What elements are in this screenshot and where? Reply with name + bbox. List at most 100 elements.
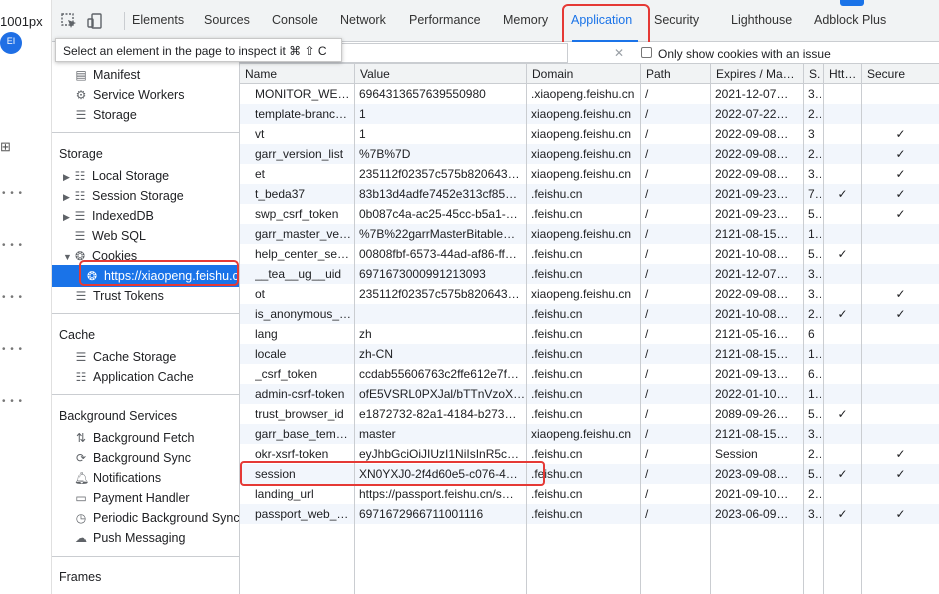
grid-icon[interactable]: ⊞ (0, 139, 11, 155)
inspect-element-icon[interactable] (60, 12, 78, 30)
collapse-arrow-icon[interactable]: ▼ (63, 247, 73, 267)
col-expires-cell: 2022-09-08… (715, 287, 789, 301)
table-row[interactable]: garr_version_list %7B%7D xiaopeng.feishu.c… (240, 144, 939, 164)
table-row[interactable]: trust_browser_id e1872732-82a1-4184-b273…… (240, 404, 939, 424)
column-header-size[interactable]: S. (809, 67, 822, 81)
column-divider[interactable] (526, 64, 527, 594)
more-dots-icon[interactable]: • • • (2, 344, 23, 355)
application-sidebar: ▤ Manifest ⚙ Service Workers ☰ Storage Stor… (52, 42, 240, 594)
column-divider[interactable] (823, 64, 824, 594)
more-dots-icon[interactable]: • • • (2, 240, 23, 251)
database-icon: ☰ (75, 108, 87, 122)
device-toolbar-icon[interactable] (86, 12, 104, 30)
table-row[interactable]: MONITOR_WE… 6964313657639550980 .xiaopeng.… (240, 84, 939, 104)
table-row[interactable]: template-branc… 1 xiaopeng.feishu.cn / 2022-… (240, 104, 939, 124)
col-expires-cell: 2021-10-08… (715, 307, 789, 321)
database-icon: ☰ (75, 289, 87, 303)
column-header-httponly[interactable]: Htt… (829, 67, 860, 81)
sidebar-item-manifest[interactable]: ▤ Manifest (74, 65, 140, 85)
column-divider[interactable] (640, 64, 641, 594)
sidebar-item-storage[interactable]: ☰ Storage (74, 105, 137, 125)
clear-all-icon[interactable]: ✕ (614, 46, 624, 60)
sidebar-item-application-cache[interactable]: ☷ Application Cache (74, 367, 194, 387)
sidebar-item-background-fetch[interactable]: ⇅ Background Fetch (74, 428, 194, 448)
tab-lighthouse[interactable]: Lighthouse (731, 13, 792, 27)
expand-arrow-icon[interactable]: ▶ (63, 187, 73, 207)
column-header-expires[interactable]: Expires / Ma… (716, 67, 802, 81)
table-row[interactable]: garr_base_tem… master xiaopeng.feishu.cn / 2… (240, 424, 939, 444)
table-row[interactable]: t_beda37 83b13d4adfe7452e313cf85… .feishu.… (240, 184, 939, 204)
column-header-name[interactable]: Name (245, 67, 353, 81)
table-row[interactable]: et 235112f02357c575b820643… xiaopeng.feish… (240, 164, 939, 184)
sidebar-item-web-sql[interactable]: ☰ Web SQL (73, 226, 146, 246)
col-value-cell: 0b087c4a-ac25-45cc-b5a1-… (359, 207, 518, 221)
sidebar-item-label: Session Storage (92, 189, 184, 203)
sidebar-item-session-storage[interactable]: ▶ ☷ Session Storage (63, 186, 184, 206)
sidebar-item-trust-tokens[interactable]: ☰ Trust Tokens (74, 286, 164, 306)
sidebar-item-payment-handler[interactable]: ▭ Payment Handler (74, 488, 189, 508)
column-header-domain[interactable]: Domain (532, 67, 639, 81)
table-row[interactable]: garr_master_ve… %7B%22garrMasterBitable… x… (240, 224, 939, 244)
expand-arrow-icon[interactable]: ▶ (63, 167, 73, 187)
sidebar-item-indexeddb[interactable]: ▶ ☰ IndexedDB (63, 206, 154, 226)
sidebar-item-label: Background Fetch (93, 431, 195, 445)
only-issue-checkbox[interactable] (641, 47, 652, 58)
tab-adblock-plus[interactable]: Adblock Plus (814, 13, 886, 27)
sidebar-item-push-messaging[interactable]: ☁ Push Messaging (74, 528, 185, 548)
sidebar-item-background-sync[interactable]: ⟳ Background Sync (74, 448, 191, 468)
more-dots-icon[interactable]: • • • (2, 292, 23, 303)
col-size-cell: 5… (808, 247, 821, 261)
col-expires-cell: 2022-07-22… (715, 107, 789, 121)
sidebar-divider (52, 313, 239, 314)
col-secure-cell: ✓ (895, 167, 906, 181)
table-row[interactable]: locale zh-CN .feishu.cn / 2121-08-15… 1… (240, 344, 939, 364)
column-header-secure[interactable]: Secure (867, 67, 938, 81)
col-domain-cell: xiaopeng.feishu.cn (531, 167, 632, 181)
tab-elements[interactable]: Elements (132, 13, 184, 27)
expand-arrow-icon[interactable]: ▶ (63, 207, 73, 227)
sidebar-item-cache-storage[interactable]: ☰ Cache Storage (74, 347, 177, 367)
sidebar-item-label: Manifest (93, 68, 141, 82)
table-row[interactable]: swp_csrf_token 0b087c4a-ac25-45cc-b5a1-….… (240, 204, 939, 224)
column-header-path[interactable]: Path (646, 67, 709, 81)
table-row[interactable]: passport_web_… 6971672966711001116 .feishu… (240, 504, 939, 524)
table-row[interactable]: lang zh .feishu.cn / 2121-05-16… 6 (240, 324, 939, 344)
more-dots-icon[interactable]: • • • (2, 396, 23, 407)
table-row[interactable]: ot 235112f02357c575b820643… xiaopeng.feish… (240, 284, 939, 304)
column-header-value[interactable]: Value (360, 67, 525, 81)
sidebar-item-notifications[interactable]: 🔔︎ Notifications (74, 468, 161, 488)
avatar[interactable]: EI (0, 32, 22, 54)
column-divider[interactable] (710, 64, 711, 594)
tab-console[interactable]: Console (272, 13, 318, 27)
sidebar-section-cache: Cache (59, 328, 96, 342)
sidebar-item-service-workers[interactable]: ⚙ Service Workers (74, 85, 185, 105)
sidebar-item-local-storage[interactable]: ▶ ☷ Local Storage (63, 166, 169, 186)
column-divider[interactable] (354, 64, 355, 594)
table-row[interactable]: landing_url https://passport.feishu.cn/s…… (240, 484, 939, 504)
tab-performance[interactable]: Performance (409, 13, 481, 27)
tab-security[interactable]: Security (654, 13, 699, 27)
sidebar-item-periodic-background-sync[interactable]: ◷ Periodic Background Sync (74, 508, 239, 528)
sidebar-item-label: Application Cache (93, 370, 194, 384)
cloud-icon: ☁ (75, 531, 87, 545)
col-size-cell: 5… (808, 207, 821, 221)
col-value-cell: 6971672966711001116 (359, 507, 484, 521)
cookie-filter-bar: ✕ Only show cookies with an issue (240, 42, 939, 64)
table-row[interactable]: _csrf_token ccdab55606763c2ffe612e7f… .fei… (240, 364, 939, 384)
col-path-cell: / (645, 487, 649, 501)
table-row[interactable]: __tea__ug__uid 6971673000991213093 .feishu… (240, 264, 939, 284)
tab-sources[interactable]: Sources (204, 13, 250, 27)
more-dots-icon[interactable]: • • • (2, 188, 23, 199)
tab-network[interactable]: Network (340, 13, 386, 27)
sidebar-divider (52, 556, 239, 557)
table-row[interactable]: is_anonymous_… .feishu.cn / 2021-10-08… 2… ✓ ✓ (240, 304, 939, 324)
table-row[interactable]: vt 1 xiaopeng.feishu.cn / 2022-09-08… 3 ✓ (240, 124, 939, 144)
col-size-cell: 5… (808, 467, 821, 481)
tab-memory[interactable]: Memory (503, 13, 548, 27)
table-row[interactable]: admin-csrf-token ofE5VSRL0PXJal/bTTnVzoX…… (240, 384, 939, 404)
table-row[interactable]: help_center_se… 00808fbf-6573-44ad-af86-f… (240, 244, 939, 264)
col-size-cell: 1… (808, 387, 821, 401)
col-path-cell: / (645, 447, 649, 461)
column-divider[interactable] (803, 64, 804, 594)
column-divider[interactable] (861, 64, 862, 594)
